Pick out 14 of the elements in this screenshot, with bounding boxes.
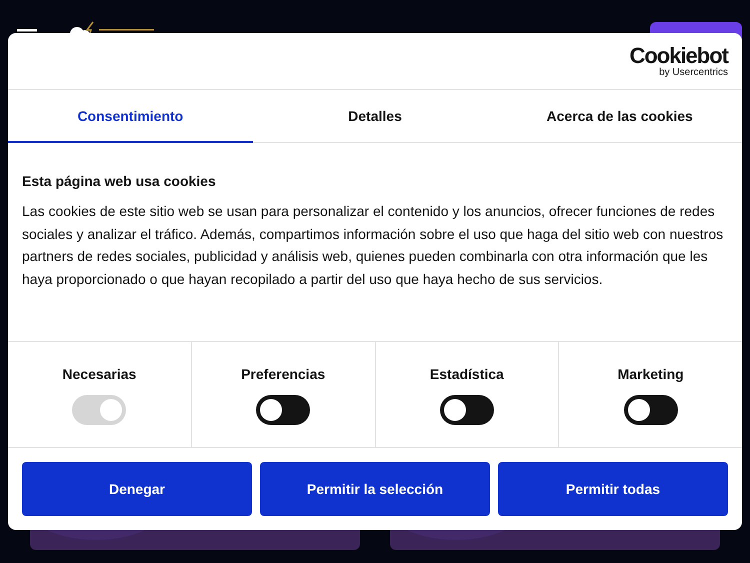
tab[interactable]: Acerca de las cookies	[497, 90, 742, 143]
heading: Esta página web usa cookies	[22, 173, 217, 189]
category-label: Marketing	[618, 366, 684, 382]
brand-byline: by Usercentrics	[659, 66, 728, 78]
category-label: Estadística	[430, 366, 504, 382]
brand-logo: Cookiebot	[629, 44, 728, 66]
category-label: Necesarias	[62, 366, 136, 382]
body-text: Las cookies de este sitio web se usan para personalizar el contenido y los anuncios, ofrecer funciones de redes sociales y analizar el tráfico. Además, compartimos información sobre el uso que haga del sitio web con nuestros partners de redes sociales, publicidad y análisis web, quienes pueden combinarla con otra información que les haya proporcionado o que hayan recopilado a partir del uso que haya hecho de sus servicios.	[22, 202, 724, 289]
action-button[interactable]: Denegar	[22, 462, 252, 516]
tab[interactable]: Detalles	[252, 90, 498, 143]
action-button[interactable]: Permitir todas	[498, 462, 728, 516]
action-button[interactable]: Permitir la selección	[260, 462, 490, 516]
tab[interactable]: Consentimiento	[8, 90, 253, 143]
category-label: Preferencias	[241, 366, 326, 382]
